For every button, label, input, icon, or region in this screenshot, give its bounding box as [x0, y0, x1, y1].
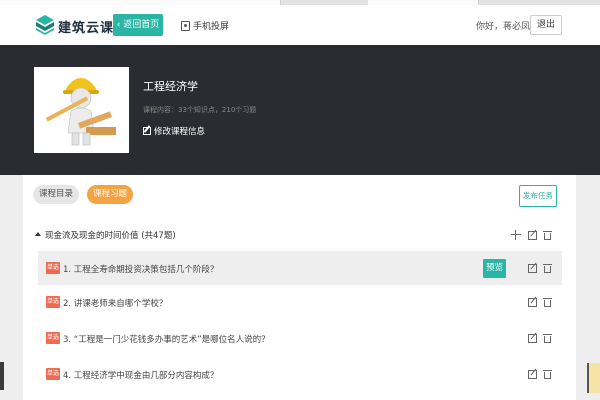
course-content-panel: 课程目录 课程习题 发布任务 现金流及现金的时间价值 (共47题) 单选 1. … — [23, 175, 576, 400]
edit-icon[interactable] — [528, 231, 537, 240]
question-type-badge: 单选 — [46, 368, 60, 380]
app-name: 建筑云课 — [58, 21, 115, 36]
plus-icon[interactable] — [511, 230, 521, 240]
side-float-widget[interactable] — [587, 363, 600, 393]
question-text[interactable]: 1. 工程全寿命期投资决策包括几个阶段？ — [63, 263, 218, 275]
question-row[interactable]: 单选 2. 讲课老师来自哪个学校？ — [38, 285, 562, 319]
phone-cast-icon — [181, 21, 190, 31]
trash-icon[interactable] — [543, 297, 553, 307]
tab-course-catalog[interactable]: 课程目录 — [33, 185, 79, 204]
question-type-badge: 单选 — [46, 262, 60, 274]
question-row[interactable]: 单选 1. 工程全寿命期投资决策包括几个阶段？ 预览 — [38, 251, 562, 285]
edit-course-info-link[interactable]: 修改课程信息 — [143, 125, 205, 137]
edit-icon[interactable] — [528, 298, 537, 307]
edit-icon[interactable] — [528, 264, 537, 273]
trash-icon[interactable] — [543, 369, 553, 379]
tab-course-exercises[interactable]: 课程习题 — [87, 185, 133, 204]
trash-icon[interactable] — [543, 230, 553, 240]
user-greeting: 你好，蒋必凤 — [476, 22, 531, 32]
trash-icon[interactable] — [543, 263, 553, 273]
edit-icon[interactable] — [528, 334, 537, 343]
question-type-badge: 单选 — [46, 332, 60, 344]
top-header: 建筑云课 ‹ 返回首页 手机投屏 你好，蒋必凤 退出 — [0, 5, 600, 45]
phone-cast-label: 手机投屏 — [193, 22, 230, 32]
phone-cast-button[interactable]: 手机投屏 — [181, 19, 229, 32]
logo-icon — [36, 15, 54, 35]
question-text[interactable]: 4. 工程经济学中现金由几部分内容构成？ — [63, 369, 218, 381]
course-meta: 课程内容：33个知识点，210个习题 — [143, 106, 257, 114]
publish-task-button[interactable]: 发布任务 — [519, 185, 557, 207]
question-row[interactable]: 单选 3. “工程是一门少花钱多办事的艺术”是哪位名人说的？ — [38, 321, 562, 355]
course-title: 工程经济学 — [143, 80, 198, 93]
preview-button[interactable]: 预览 — [483, 259, 506, 278]
chevron-left-icon: ‹ — [116, 20, 121, 30]
course-cover-image — [34, 67, 129, 153]
trash-icon[interactable] — [543, 333, 553, 343]
side-scroll-handle[interactable] — [0, 362, 4, 390]
section-header[interactable]: 现金流及现金的时间价值 (共47题) — [33, 227, 563, 243]
course-cover-illustration — [34, 67, 129, 153]
edit-icon[interactable] — [528, 370, 537, 379]
back-home-label: 返回首页 — [123, 20, 160, 30]
back-home-button[interactable]: ‹ 返回首页 — [113, 14, 163, 36]
edit-icon — [143, 127, 151, 135]
question-text[interactable]: 2. 讲课老师来自哪个学校？ — [63, 297, 167, 309]
section-title: 现金流及现金的时间价值 (共47题) — [45, 231, 176, 241]
logout-button[interactable]: 退出 — [530, 15, 562, 35]
question-row[interactable]: 单选 4. 工程经济学中现金由几部分内容构成？ — [38, 357, 562, 391]
question-type-badge: 单选 — [46, 296, 60, 308]
course-banner: 工程经济学 课程内容：33个知识点，210个习题 修改课程信息 — [0, 45, 600, 175]
question-text[interactable]: 3. “工程是一门少花钱多办事的艺术”是哪位名人说的？ — [63, 333, 270, 345]
edit-course-info-label: 修改课程信息 — [154, 127, 206, 137]
caret-up-icon[interactable] — [35, 232, 41, 236]
